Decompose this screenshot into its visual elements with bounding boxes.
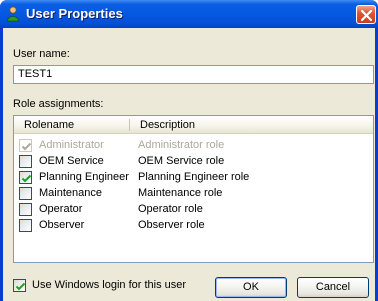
role-name: Maintenance [39, 187, 102, 199]
column-header-description[interactable]: Description [140, 116, 195, 133]
checkmark-icon [21, 174, 32, 183]
role-description: Observer role [138, 219, 205, 231]
role-row[interactable]: Maintenance Maintenance role [14, 186, 373, 202]
windows-login-label: Use Windows login for this user [32, 279, 187, 291]
role-row[interactable]: Administrator Administrator role [14, 138, 373, 154]
role-description: Administrator role [138, 139, 225, 151]
windows-login-checkbox[interactable] [13, 279, 26, 292]
checkmark-icon [21, 142, 32, 151]
username-label: User name: [13, 48, 70, 60]
role-checkbox[interactable] [19, 171, 32, 184]
role-row[interactable]: Operator Operator role [14, 202, 373, 218]
role-checkbox[interactable] [19, 219, 32, 232]
user-icon [6, 6, 20, 22]
role-checkbox[interactable] [19, 187, 32, 200]
window-title: User Properties [26, 6, 123, 21]
role-assignments-label: Role assignments: [13, 98, 104, 110]
column-separator[interactable] [129, 119, 130, 131]
role-row[interactable]: Planning Engineer Planning Engineer role [14, 170, 373, 186]
role-checkbox [19, 139, 32, 152]
column-header-rolename[interactable]: Rolename [24, 116, 74, 133]
username-field[interactable]: TEST1 [13, 65, 374, 84]
role-row[interactable]: Observer Observer role [14, 218, 373, 234]
role-list-header: Rolename Description [14, 116, 373, 134]
role-list[interactable]: Rolename Description Administrator Admini… [13, 115, 374, 263]
dialog-body: User name: TEST1 Role assignments: Rolen… [3, 28, 375, 301]
ok-button[interactable]: OK [215, 277, 287, 298]
user-properties-dialog: User Properties User name: TEST1 Role as… [0, 0, 378, 301]
title-bar[interactable]: User Properties [0, 0, 378, 28]
role-description: Planning Engineer role [138, 171, 250, 183]
role-name: Operator [39, 203, 83, 215]
role-name: OEM Service [39, 155, 104, 167]
close-button[interactable] [356, 5, 376, 24]
role-name: Planning Engineer [39, 171, 129, 183]
role-description: Operator role [138, 203, 203, 215]
role-description: Maintenance role [138, 187, 223, 199]
role-checkbox[interactable] [19, 155, 32, 168]
role-checkbox[interactable] [19, 203, 32, 216]
close-icon [361, 10, 372, 21]
cancel-button[interactable]: Cancel [297, 277, 369, 298]
role-name: Observer [39, 219, 85, 231]
role-description: OEM Service role [138, 155, 225, 167]
role-row[interactable]: OEM Service OEM Service role [14, 154, 373, 170]
checkmark-icon [15, 282, 26, 291]
role-name: Administrator [39, 139, 104, 151]
